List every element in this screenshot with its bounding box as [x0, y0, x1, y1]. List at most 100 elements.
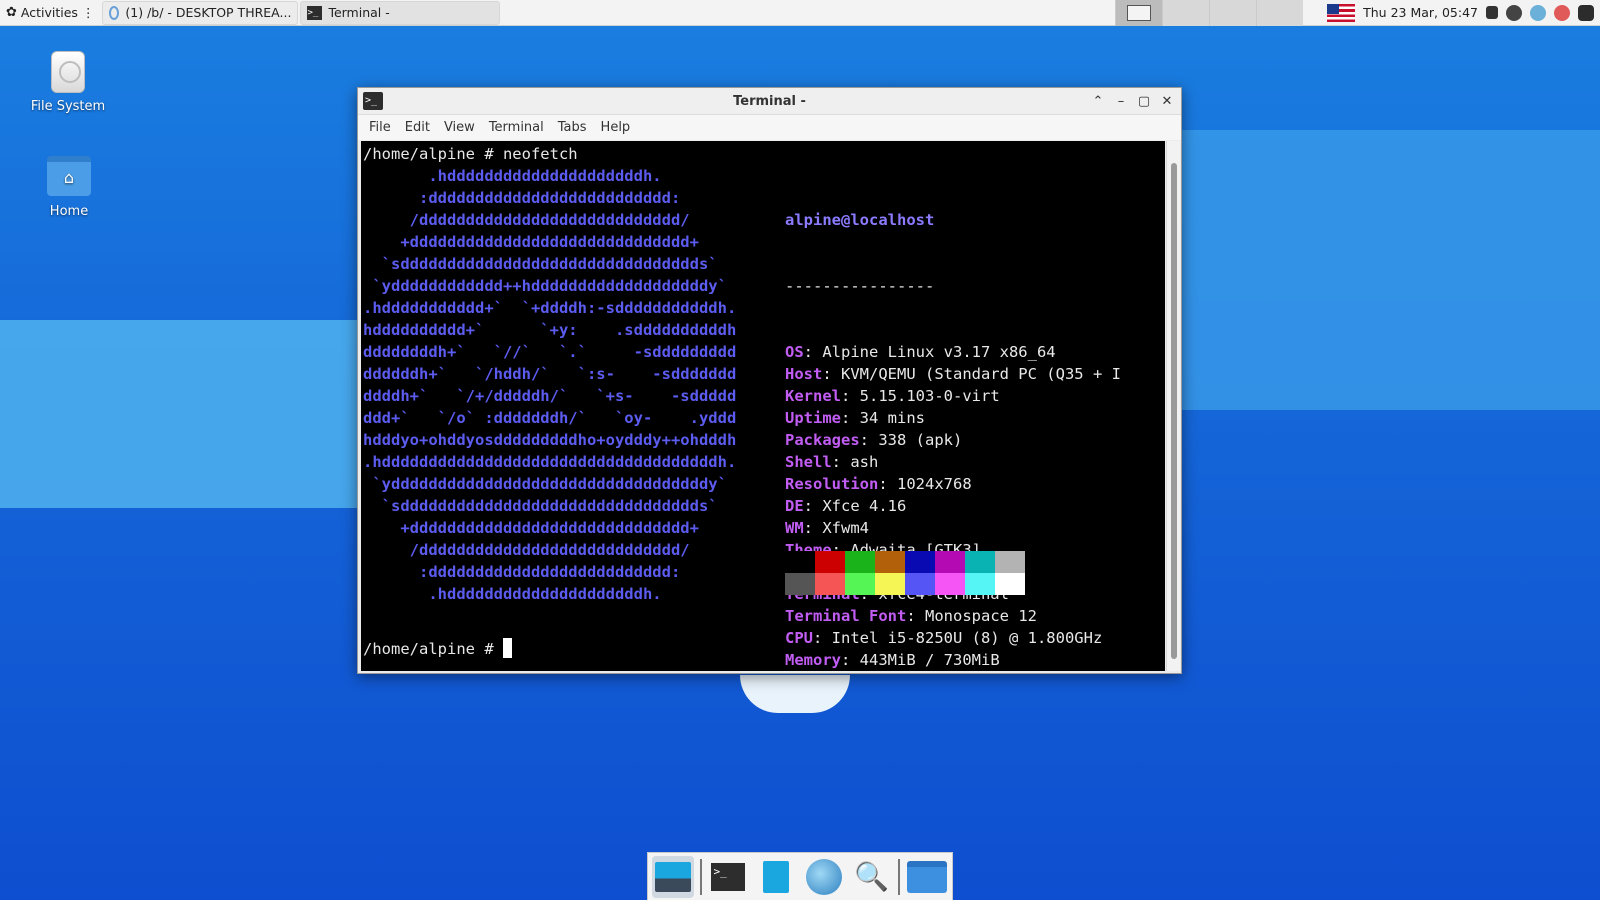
dock-separator	[898, 858, 901, 895]
info-row: WM: Xfwm4	[785, 517, 1121, 539]
dock-separator	[699, 858, 702, 895]
browser-icon	[109, 5, 120, 20]
info-key: Kernel	[785, 387, 841, 405]
logo-line: ddddddddh+` `//` `.` -sddddddddd	[363, 343, 737, 361]
user-host: alpine@localhost	[785, 211, 935, 229]
lock-icon[interactable]	[1486, 6, 1498, 19]
settings-icon[interactable]	[1578, 4, 1594, 21]
neofetch-logo: .hdddddddddddddddddddddh. :ddddddddddddd…	[363, 165, 736, 605]
desktop-icon-label: File System	[30, 99, 106, 114]
logo-line: +dddddddddddddddddddddddddddddd+	[363, 233, 699, 251]
user-switch-icon[interactable]	[1506, 4, 1522, 21]
info-key: Packages	[785, 431, 860, 449]
info-row: Packages: 338 (apk)	[785, 429, 1121, 451]
prompt-line[interactable]: /home/alpine #	[363, 638, 512, 660]
desktop-icon-home[interactable]: Home	[24, 156, 114, 219]
info-row: Resolution: 1024x768	[785, 473, 1121, 495]
menu-file[interactable]: File	[364, 117, 396, 138]
palette-swatch	[845, 573, 875, 595]
info-value: 338 (apk)	[878, 431, 963, 449]
keyboard-layout-flag-icon[interactable]	[1327, 3, 1356, 22]
dock-show-desktop[interactable]	[652, 855, 694, 898]
terminal-output[interactable]: /home/alpine # neofetch .hdddddddddddddd…	[361, 141, 1165, 671]
info-colon: :	[822, 365, 841, 383]
info-key: OS	[785, 343, 804, 361]
menu-dots-icon: ⋮	[81, 5, 95, 20]
desktop-icon-file-system[interactable]: File System	[23, 51, 113, 114]
taskbar-item-terminal[interactable]: >_ Terminal -	[300, 0, 501, 25]
logo-line: `sdddddddddddddddddddddddddddddddds`	[363, 255, 718, 273]
info-key: Shell	[785, 453, 832, 471]
logo-line: ddd+` `/o` :dddddddh/` `oy- .yddd	[363, 409, 737, 427]
search-icon: 🔍	[854, 860, 889, 893]
logo-line: ddddddh+` `/hddh/` `:s- -sddddddd	[363, 365, 737, 383]
info-key: Resolution	[785, 475, 879, 493]
scrollbar-thumb[interactable]	[1171, 163, 1177, 659]
info-row: OS: Alpine Linux v3.17 x86_64	[785, 341, 1121, 363]
activities-button[interactable]: ✿ Activities ⋮	[0, 0, 100, 26]
palette-swatch	[935, 551, 965, 573]
menu-tabs[interactable]: Tabs	[553, 117, 592, 138]
info-colon: :	[841, 409, 860, 427]
palette-swatch	[785, 551, 815, 573]
scrollbar[interactable]	[1166, 141, 1180, 671]
network-icon[interactable]	[1530, 4, 1546, 21]
workspace-2[interactable]	[1162, 0, 1210, 26]
workspace-4[interactable]	[1256, 0, 1304, 26]
dock-terminal[interactable]: >_	[708, 856, 750, 898]
menu-terminal[interactable]: Terminal	[484, 117, 549, 138]
file-manager-icon	[763, 860, 790, 893]
workspace-1[interactable]	[1115, 0, 1163, 26]
terminal-window: >_ Terminal - ⌃ – ▢ ✕ File Edit View Ter…	[357, 87, 1182, 674]
minimize-button[interactable]: –	[1113, 93, 1129, 109]
power-icon[interactable]	[1554, 4, 1570, 21]
logo-line: .hddddddddddd+` `+ddddh:-sdddddddddddh.	[363, 299, 737, 317]
info-colon: :	[841, 651, 860, 669]
terminal-icon: >_	[711, 862, 746, 891]
menu-edit[interactable]: Edit	[400, 117, 435, 138]
taskbar-item-label: (1) /b/ - DESKTOP THREA...	[125, 5, 292, 20]
workspace-switcher	[1115, 0, 1304, 26]
maximize-button[interactable]: ▢	[1136, 93, 1152, 109]
dock-web-browser[interactable]	[803, 856, 845, 898]
info-row: Terminal Font: Monospace 12	[785, 605, 1121, 627]
menu-view[interactable]: View	[439, 117, 480, 138]
wallpaper-panel-left	[0, 320, 358, 508]
info-row: DE: Xfce 4.16	[785, 495, 1121, 517]
info-row: Uptime: 34 mins	[785, 407, 1121, 429]
taskbar-item-label: Terminal -	[328, 5, 390, 20]
window-titlebar[interactable]: >_ Terminal - ⌃ – ▢ ✕	[358, 88, 1181, 115]
info-colon: :	[878, 475, 897, 493]
close-button[interactable]: ✕	[1159, 93, 1175, 109]
palette-swatch	[785, 573, 815, 595]
palette-swatch	[815, 551, 845, 573]
color-palette	[785, 551, 1025, 595]
xfce-logo-icon: ✿	[6, 5, 17, 20]
drive-icon	[51, 51, 85, 93]
info-colon: :	[813, 629, 832, 647]
clock[interactable]: Thu 23 Mar, 05:47	[1363, 5, 1478, 20]
info-key: DE	[785, 497, 804, 515]
taskbar-item-browser[interactable]: (1) /b/ - DESKTOP THREA...	[102, 0, 299, 25]
home-folder-icon	[47, 156, 91, 196]
top-panel: ✿ Activities ⋮ (1) /b/ - DESKTOP THREA..…	[0, 0, 1600, 26]
prompt: /home/alpine #	[363, 640, 503, 658]
palette-swatch	[845, 551, 875, 573]
dock-folder[interactable]	[906, 856, 948, 898]
info-value: Intel i5-8250U (8) @ 1.800GHz	[831, 629, 1103, 647]
dock-file-manager[interactable]	[755, 856, 797, 898]
info-value: 443MiB / 730MiB	[859, 651, 1000, 669]
palette-swatch	[905, 551, 935, 573]
workspace-3[interactable]	[1209, 0, 1257, 26]
info-key: WM	[785, 519, 804, 537]
dock-search[interactable]: 🔍	[851, 856, 893, 898]
shade-button[interactable]: ⌃	[1090, 93, 1106, 109]
info-value: ash	[850, 453, 879, 471]
terminal-icon: >_	[307, 5, 323, 20]
palette-swatch	[965, 551, 995, 573]
wallpaper-mouse-shape	[740, 675, 850, 713]
wallpaper-panel-right	[1180, 130, 1600, 410]
menu-help[interactable]: Help	[596, 117, 636, 138]
info-row: Memory: 443MiB / 730MiB	[785, 649, 1121, 671]
logo-line: `yddddddddddddddddddddddddddddddddddy`	[363, 475, 727, 493]
